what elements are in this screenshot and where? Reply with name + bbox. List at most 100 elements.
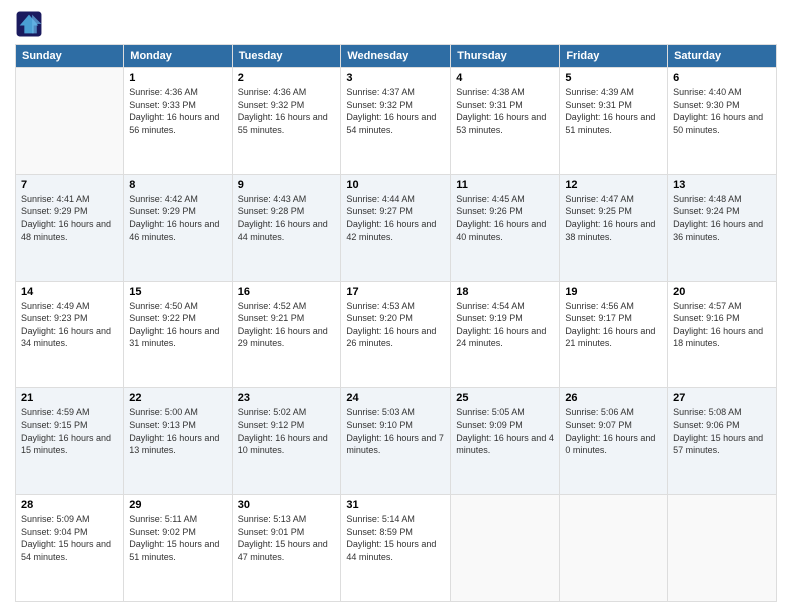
sunrise-text: Sunrise: 4:36 AM <box>238 86 336 99</box>
day-number: 1 <box>129 72 226 84</box>
daylight-text: Daylight: 16 hours and 29 minutes. <box>238 325 336 350</box>
day-number: 9 <box>238 179 336 191</box>
day-info: Sunrise: 4:49 AMSunset: 9:23 PMDaylight:… <box>21 300 118 350</box>
daylight-text: Daylight: 16 hours and 51 minutes. <box>565 111 662 136</box>
day-info: Sunrise: 5:09 AMSunset: 9:04 PMDaylight:… <box>21 513 118 563</box>
calendar-body: 1 Sunrise: 4:36 AM Sunset: 9:33 PM Daylight… <box>16 68 777 602</box>
daylight-text: Daylight: 16 hours and 24 minutes. <box>456 325 554 350</box>
sunset-text: Sunset: 9:19 PM <box>456 312 554 325</box>
calendar-cell: 12Sunrise: 4:47 AMSunset: 9:25 PMDayligh… <box>560 174 668 281</box>
day-number: 3 <box>346 72 445 84</box>
day-number: 25 <box>456 392 554 404</box>
daylight-text: Daylight: 16 hours and 15 minutes. <box>21 432 118 457</box>
daylight-text: Daylight: 15 hours and 44 minutes. <box>346 538 445 563</box>
day-info: Sunrise: 4:47 AMSunset: 9:25 PMDaylight:… <box>565 193 662 243</box>
daylight-text: Daylight: 16 hours and 26 minutes. <box>346 325 445 350</box>
calendar-week-row: 28Sunrise: 5:09 AMSunset: 9:04 PMDayligh… <box>16 495 777 602</box>
daylight-text: Daylight: 16 hours and 13 minutes. <box>129 432 226 457</box>
sunset-text: Sunset: 9:06 PM <box>673 419 771 432</box>
sunset-text: Sunset: 9:24 PM <box>673 205 771 218</box>
header-cell-thursday: Thursday <box>451 45 560 68</box>
day-number: 4 <box>456 72 554 84</box>
sunset-text: Sunset: 9:04 PM <box>21 526 118 539</box>
daylight-text: Daylight: 16 hours and 36 minutes. <box>673 218 771 243</box>
day-info: Sunrise: 4:36 AMSunset: 9:32 PMDaylight:… <box>238 86 336 136</box>
sunset-text: Sunset: 9:30 PM <box>673 99 771 112</box>
daylight-text: Daylight: 16 hours and 44 minutes. <box>238 218 336 243</box>
day-number: 10 <box>346 179 445 191</box>
calendar-header: SundayMondayTuesdayWednesdayThursdayFrid… <box>16 45 777 68</box>
calendar-cell: 14Sunrise: 4:49 AMSunset: 9:23 PMDayligh… <box>16 281 124 388</box>
sunset-text: Sunset: 9:32 PM <box>238 99 336 112</box>
daylight-text: Daylight: 15 hours and 57 minutes. <box>673 432 771 457</box>
sunset-text: Sunset: 9:15 PM <box>21 419 118 432</box>
sunset-text: Sunset: 9:21 PM <box>238 312 336 325</box>
day-info: Sunrise: 4:43 AMSunset: 9:28 PMDaylight:… <box>238 193 336 243</box>
daylight-text: Daylight: 16 hours and 55 minutes. <box>238 111 336 136</box>
sunrise-text: Sunrise: 4:59 AM <box>21 406 118 419</box>
calendar-cell: 2Sunrise: 4:36 AMSunset: 9:32 PMDaylight… <box>232 68 341 175</box>
day-number: 8 <box>129 179 226 191</box>
daylight-text: Daylight: 16 hours and 10 minutes. <box>238 432 336 457</box>
sunset-text: Sunset: 9:20 PM <box>346 312 445 325</box>
day-info: Sunrise: 5:14 AMSunset: 8:59 PMDaylight:… <box>346 513 445 563</box>
sunrise-text: Sunrise: 4:53 AM <box>346 300 445 313</box>
calendar-cell: 27 Sunrise: 5:08 AMSunset: 9:06 PMDayligh… <box>668 388 777 495</box>
sunrise-text: Sunrise: 5:06 AM <box>565 406 662 419</box>
sunrise-text: Sunrise: 4:44 AM <box>346 193 445 206</box>
day-info: Sunrise: 4:40 AMSunset: 9:30 PMDaylight:… <box>673 86 771 136</box>
sunrise-text: Sunrise: 5:14 AM <box>346 513 445 526</box>
sunrise-text: Sunrise: 5:08 AM <box>673 406 771 419</box>
daylight-text: Daylight: 16 hours and 50 minutes. <box>673 111 771 136</box>
sunrise-text: Sunrise: 5:00 AM <box>129 406 226 419</box>
calendar-cell: 30Sunrise: 5:13 AMSunset: 9:01 PMDayligh… <box>232 495 341 602</box>
calendar-cell: 20Sunrise: 4:57 AMSunset: 9:16 PMDayligh… <box>668 281 777 388</box>
sunset-text: Sunset: 9:33 PM <box>129 99 226 112</box>
calendar-cell: 24Sunrise: 5:03 AMSunset: 9:10 PMDayligh… <box>341 388 451 495</box>
day-number: 11 <box>456 179 554 191</box>
sunset-text: Sunset: 9:27 PM <box>346 205 445 218</box>
sunrise-text: Sunrise: 4:42 AM <box>129 193 226 206</box>
sunrise-text: Sunrise: 5:09 AM <box>21 513 118 526</box>
sunrise-text: Sunrise: 4:45 AM <box>456 193 554 206</box>
sunset-text: Sunset: 9:17 PM <box>565 312 662 325</box>
day-info: Sunrise: 4:44 AMSunset: 9:27 PMDaylight:… <box>346 193 445 243</box>
sunrise-text: Sunrise: 4:52 AM <box>238 300 336 313</box>
sunset-text: Sunset: 9:13 PM <box>129 419 226 432</box>
calendar-cell: 18 Sunrise: 4:54 AMSunset: 9:19 PMDayligh… <box>451 281 560 388</box>
sunset-text: Sunset: 9:07 PM <box>565 419 662 432</box>
day-number: 28 <box>21 499 118 511</box>
sunrise-text: Sunrise: 5:03 AM <box>346 406 445 419</box>
sunrise-text: Sunrise: 4:40 AM <box>673 86 771 99</box>
calendar-cell: 28 Sunrise: 5:09 AMSunset: 9:04 PMDayligh… <box>16 495 124 602</box>
daylight-text: Daylight: 16 hours and 7 minutes. <box>346 432 445 457</box>
page: SundayMondayTuesdayWednesdayThursdayFrid… <box>0 0 792 612</box>
calendar-cell <box>560 495 668 602</box>
daylight-text: Daylight: 16 hours and 38 minutes. <box>565 218 662 243</box>
header-row: SundayMondayTuesdayWednesdayThursdayFrid… <box>16 45 777 68</box>
calendar-cell: 10 Sunrise: 4:44 AMSunset: 9:27 PMDayligh… <box>341 174 451 281</box>
day-info: Sunrise: 4:59 AMSunset: 9:15 PMDaylight:… <box>21 406 118 456</box>
daylight-text: Daylight: 16 hours and 46 minutes. <box>129 218 226 243</box>
day-number: 18 <box>456 286 554 298</box>
calendar-cell: 7Sunrise: 4:41 AMSunset: 9:29 PMDaylight… <box>16 174 124 281</box>
sunrise-text: Sunrise: 5:11 AM <box>129 513 226 526</box>
sunset-text: Sunset: 9:26 PM <box>456 205 554 218</box>
day-number: 7 <box>21 179 118 191</box>
header-cell-sunday: Sunday <box>16 45 124 68</box>
sunrise-text: Sunrise: 4:54 AM <box>456 300 554 313</box>
sunrise-text: Sunrise: 4:43 AM <box>238 193 336 206</box>
sunset-text: Sunset: 9:29 PM <box>21 205 118 218</box>
sunrise-text: Sunrise: 4:47 AM <box>565 193 662 206</box>
daylight-text: Daylight: 16 hours and 34 minutes. <box>21 325 118 350</box>
day-info: Sunrise: 4:42 AMSunset: 9:29 PMDaylight:… <box>129 193 226 243</box>
calendar-cell <box>16 68 124 175</box>
calendar-week-row: 21Sunrise: 4:59 AMSunset: 9:15 PMDayligh… <box>16 388 777 495</box>
day-number: 26 <box>565 392 662 404</box>
daylight-text: Daylight: 16 hours and 4 minutes. <box>456 432 554 457</box>
day-number: 16 <box>238 286 336 298</box>
calendar-cell: 9 Sunrise: 4:43 AMSunset: 9:28 PMDaylight… <box>232 174 341 281</box>
day-number: 30 <box>238 499 336 511</box>
day-number: 27 <box>673 392 771 404</box>
daylight-text: Daylight: 15 hours and 47 minutes. <box>238 538 336 563</box>
